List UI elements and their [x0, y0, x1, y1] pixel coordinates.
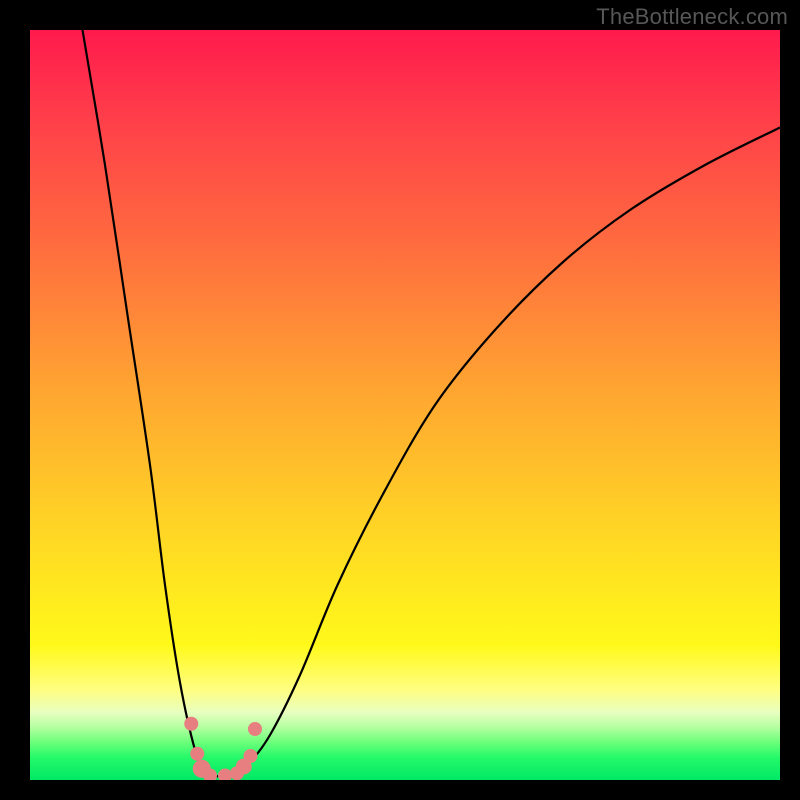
- highlight-dot: [190, 747, 204, 761]
- highlight-dots: [184, 717, 262, 780]
- plot-svg: [30, 30, 780, 780]
- highlight-dot: [218, 769, 232, 781]
- chart-frame: TheBottleneck.com: [0, 0, 800, 800]
- attribution-label: TheBottleneck.com: [596, 4, 788, 30]
- bottleneck-curve: [83, 30, 781, 778]
- highlight-dot: [248, 722, 262, 736]
- highlight-dot: [184, 717, 198, 731]
- highlight-dot: [244, 749, 258, 763]
- plot-area: [30, 30, 780, 780]
